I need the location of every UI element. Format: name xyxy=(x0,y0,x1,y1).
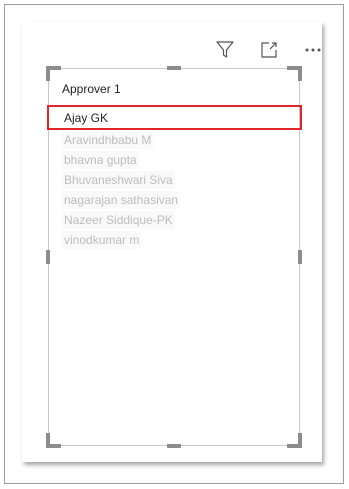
slicer-title: Approver 1 xyxy=(62,82,121,96)
slicer-item[interactable]: Aravindhbabu M xyxy=(62,131,154,149)
focus-mode-icon xyxy=(261,42,277,58)
slicer-item[interactable]: nagarajan sathasivan xyxy=(62,191,181,209)
focus-mode-button[interactable] xyxy=(257,38,281,62)
selection-highlight-box xyxy=(47,105,302,130)
resize-handle-top-left[interactable] xyxy=(46,66,61,81)
slicer-list: Ajay GK Aravindhbabu M bhavna gupta Bhuv… xyxy=(62,109,302,251)
resize-handle-top-right[interactable] xyxy=(287,66,302,81)
slicer-item[interactable]: Nazeer Siddique-PK xyxy=(62,211,175,229)
resize-handle-top[interactable] xyxy=(167,66,181,70)
visual-header xyxy=(213,38,325,62)
resize-handle-right[interactable] xyxy=(298,250,302,264)
resize-handle-bottom-left[interactable] xyxy=(46,433,61,448)
slicer-item[interactable]: bhavna gupta xyxy=(62,151,139,169)
slicer-item[interactable]: vinodkumar m xyxy=(62,231,142,249)
more-options-button[interactable] xyxy=(301,38,325,62)
more-options-icon xyxy=(305,48,321,52)
resize-handle-bottom-right[interactable] xyxy=(287,433,302,448)
filter-icon xyxy=(216,41,234,58)
resize-handle-bottom[interactable] xyxy=(167,444,181,448)
resize-handle-left[interactable] xyxy=(46,250,50,264)
filter-button[interactable] xyxy=(213,38,237,62)
slicer-item[interactable]: Bhuvaneshwari Siva xyxy=(62,171,175,189)
